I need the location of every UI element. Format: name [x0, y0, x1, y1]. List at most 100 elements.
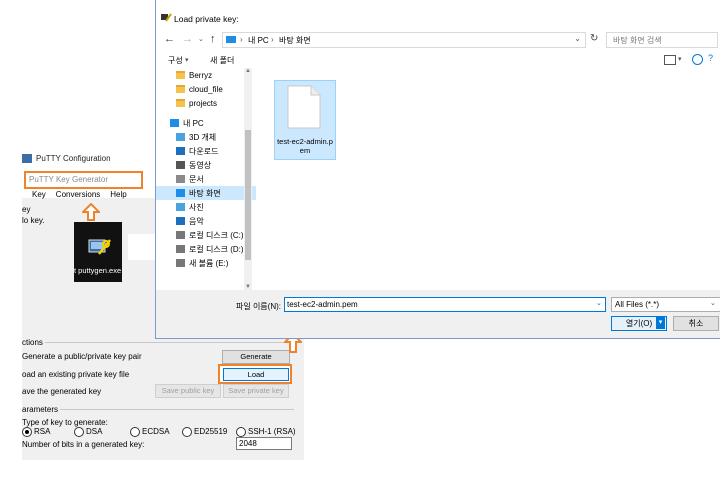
nav-item-label: 내 PC [183, 118, 204, 128]
radio-ssh1-label: SSH-1 (RSA) [248, 427, 296, 437]
address-bar[interactable]: › 내 PC › 바탕 화면 ⌄ [222, 32, 586, 48]
nav-item[interactable]: 문서 [156, 172, 256, 186]
organize-menu[interactable]: 구성 [168, 55, 183, 66]
scroll-up-icon[interactable]: ▲ [245, 68, 251, 74]
pc-icon [170, 119, 179, 127]
putty-title-bar: PuTTY Configuration [22, 151, 111, 165]
radio-ecdsa[interactable]: ECDSA [130, 427, 170, 437]
dialog-title: Load private key: [174, 14, 239, 24]
save-public-key-button[interactable]: Save public key [155, 384, 221, 398]
document-icon [176, 175, 185, 183]
nav-item[interactable]: cloud_file [156, 82, 256, 96]
organize-dropdown-icon: ▾ [185, 57, 189, 64]
radio-indicator-dsa [74, 427, 84, 437]
filename-label: 파일 이름(N): [236, 302, 281, 311]
nav-item-label: 동영상 [189, 160, 212, 170]
radio-indicator-ed25519 [182, 427, 192, 437]
navigation-pane: Berryz cloud_file projects 내 PC 3D 개체다운로드동영상… [156, 68, 256, 290]
filename-dropdown-icon[interactable]: ⌄ [596, 299, 602, 307]
radio-ssh1-rsa[interactable]: SSH-1 (RSA) [236, 427, 296, 437]
nav-item[interactable]: 다운로드 [156, 144, 256, 158]
load-private-key-dialog: Load private key: ← → ⌄ ↑ › 내 PC › 바탕 화면… [155, 0, 720, 339]
nav-item-label: 문서 [189, 174, 204, 184]
breadcrumb-sep-icon: › [240, 35, 243, 44]
drive-icon [176, 259, 185, 267]
nav-item[interactable]: 로컬 디스크 (D:) [156, 242, 256, 256]
radio-indicator-rsa [22, 427, 32, 437]
pc-icon [226, 36, 236, 43]
save-private-key-button[interactable]: Save private key [223, 384, 289, 398]
generate-button[interactable]: Generate [222, 350, 290, 364]
nav-item[interactable]: 바탕 화면 [156, 186, 256, 200]
view-dropdown-icon[interactable]: ▾ [678, 55, 682, 63]
cancel-button[interactable]: 취소 [673, 316, 719, 331]
filename-input[interactable]: test-ec2-admin.pem [284, 297, 606, 312]
radio-dsa[interactable]: DSA [74, 427, 102, 437]
file-type-dropdown-icon: ⌄ [710, 300, 716, 307]
generate-description: Generate a public/private key pair [22, 352, 142, 361]
file-type-select[interactable]: All Files (*.*) [611, 297, 720, 312]
nav-item[interactable]: 사진 [156, 200, 256, 214]
nav-item-label: cloud_file [189, 84, 223, 94]
nav-item[interactable]: 3D 개체 [156, 130, 256, 144]
putty-title: PuTTY Configuration [36, 153, 111, 163]
search-box[interactable]: 바탕 화면 검색 [606, 32, 718, 48]
radio-dsa-label: DSA [86, 427, 103, 437]
breadcrumb-my-pc[interactable]: 내 PC [248, 35, 269, 46]
nav-item-label: 다운로드 [189, 146, 219, 156]
nav-scrollbar[interactable]: ▲ ▼ [244, 68, 252, 290]
drive-icon [176, 245, 185, 253]
nav-item[interactable]: 로컬 디스크 (C:) [156, 228, 256, 242]
music-icon [176, 217, 185, 225]
radio-ed25519-label: ED25519 [194, 427, 228, 437]
folder-icon [176, 85, 185, 93]
menu-key[interactable]: Key [32, 190, 46, 199]
scroll-thumb[interactable] [245, 130, 251, 260]
load-button[interactable]: Load [223, 368, 289, 381]
bits-label: Number of bits in a generated key: [22, 440, 145, 449]
picture-icon [176, 203, 185, 211]
load-description: oad an existing private key file [22, 370, 130, 379]
recent-dropdown-icon[interactable]: ⌄ [198, 35, 204, 43]
puttygen-exe-tile[interactable]: t puttygen.exe [74, 222, 122, 282]
radio-ed25519[interactable]: ED25519 [182, 427, 227, 437]
radio-indicator-ecdsa [130, 427, 140, 437]
open-split-dropdown-icon[interactable]: ▾ [656, 317, 665, 329]
nav-item[interactable]: 동영상 [156, 158, 256, 172]
desktop-icon [176, 189, 185, 197]
file-name-line2: em [299, 146, 311, 155]
bits-input[interactable]: 2048 [236, 437, 292, 450]
nav-item[interactable]: 음악 [156, 214, 256, 228]
orange-arrow-up-icon [82, 203, 100, 221]
key-type-label: Type of key to generate: [22, 418, 108, 427]
folder-icon [176, 71, 185, 79]
nav-item[interactable]: 새 볼륨 (E:) [156, 256, 256, 270]
file-name-line1: test-ec2-admin.p [277, 137, 333, 146]
nav-item[interactable]: 내 PC [156, 116, 256, 130]
menu-help[interactable]: Help [110, 190, 126, 199]
forward-icon[interactable]: → [182, 33, 193, 45]
nav-item[interactable]: projects [156, 96, 256, 110]
breadcrumb-sep-icon: › [271, 35, 274, 44]
up-icon[interactable]: ↑ [210, 33, 216, 45]
file-item[interactable]: test-ec2-admin.p em [274, 80, 336, 160]
nav-item-label: 3D 개체 [189, 132, 217, 142]
putty-app-icon [22, 153, 32, 163]
new-folder-button[interactable]: 새 폴더 [210, 55, 234, 66]
address-dropdown-icon[interactable]: ⌄ [574, 34, 581, 43]
menu-conversions[interactable]: Conversions [56, 190, 100, 199]
nav-item-label: 사진 [189, 202, 204, 212]
refresh-icon[interactable]: ↻ [590, 33, 598, 44]
back-icon[interactable]: ← [164, 33, 175, 45]
breadcrumb-desktop[interactable]: 바탕 화면 [279, 35, 311, 46]
view-options-icon[interactable] [664, 55, 676, 65]
radio-ecdsa-label: ECDSA [142, 427, 170, 437]
radio-indicator-ssh1 [236, 427, 246, 437]
blank-area [128, 234, 158, 260]
radio-rsa-label: RSA [34, 427, 51, 437]
nav-item[interactable]: Berryz [156, 68, 256, 82]
radio-rsa[interactable]: RSA [22, 427, 50, 437]
help-icon[interactable]: ? [708, 53, 713, 63]
preview-pane-icon[interactable] [692, 54, 703, 65]
key-group-label: ey [22, 205, 31, 214]
